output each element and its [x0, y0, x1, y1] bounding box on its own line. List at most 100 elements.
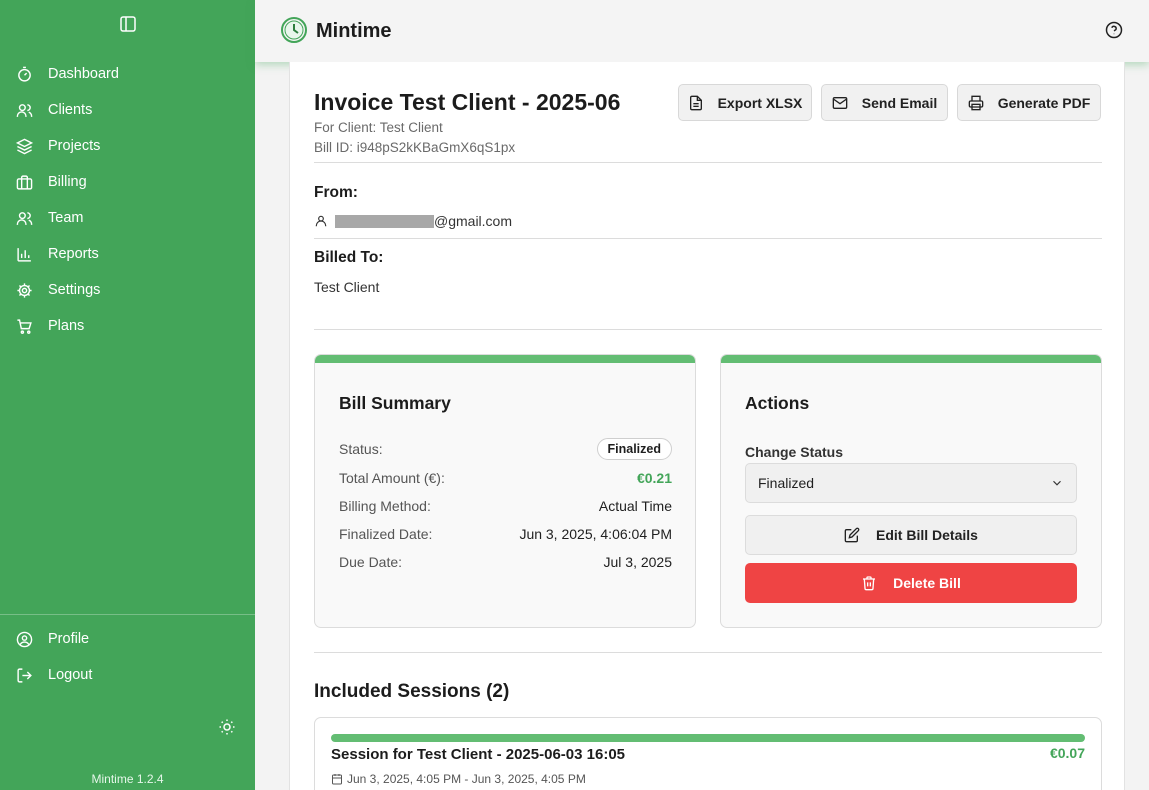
bill-id: Bill ID: i948pS2kKBaGmX6qS1px: [314, 140, 516, 155]
divider: [314, 238, 1102, 239]
sidebar-item-label: Clients: [48, 102, 93, 118]
change-status-label: Change Status: [745, 444, 844, 460]
divider: [314, 329, 1102, 330]
session-card[interactable]: Session for Test Client - 2025-06-03 16:…: [314, 717, 1102, 790]
redacted-email: [335, 214, 434, 228]
bill-summary-panel: Bill Summary Status: Finalized Total Amo…: [314, 354, 696, 628]
edit-bill-label: Edit Bill Details: [876, 527, 978, 543]
sidebar-divider: [0, 614, 255, 615]
sidebar-item-label: Dashboard: [48, 66, 119, 82]
billing-method-label: Billing Method:: [339, 498, 431, 514]
session-name: Session for Test Client - 2025-06-03 16:…: [331, 746, 626, 763]
top-header: Mintime: [255, 0, 1149, 62]
status-badge: Finalized: [596, 438, 672, 460]
email-suffix: @gmail.com: [434, 213, 513, 229]
due-date-value: Jul 3, 2025: [603, 554, 673, 570]
finalized-date-value: Jun 3, 2025, 4:06:04 PM: [519, 526, 672, 542]
bar-chart-icon: [17, 247, 31, 262]
help-icon[interactable]: [1105, 21, 1123, 39]
bill-summary-title: Bill Summary: [339, 393, 451, 413]
user-circle-icon: [16, 631, 33, 647]
trash-icon: [863, 576, 876, 591]
status-label: Status:: [339, 441, 383, 457]
billing-method-row: Billing Method: Actual Time: [339, 498, 672, 514]
cart-icon: [17, 318, 32, 334]
finalized-date-label: Finalized Date:: [339, 526, 433, 542]
calendar-clock-icon: [332, 774, 342, 785]
export-xlsx-button[interactable]: Export XLSX: [678, 84, 812, 121]
sidebar-item-clients[interactable]: Clients: [0, 92, 255, 128]
send-email-label: Send Email: [861, 94, 938, 111]
sidebar-item-label: Reports: [48, 246, 99, 262]
client-subtitle: For Client: Test Client: [314, 120, 443, 135]
total-row: Total Amount (€): €0.21: [339, 470, 672, 486]
included-sessions-title: Included Sessions (2): [314, 681, 510, 702]
logout-icon: [17, 667, 32, 683]
session-accent-bar: [331, 734, 1085, 742]
actions-title: Actions: [745, 393, 810, 413]
generate-pdf-button[interactable]: Generate PDF: [957, 84, 1101, 121]
sidebar-item-label: Plans: [48, 318, 85, 334]
due-date-label: Due Date:: [339, 554, 403, 570]
sidebar-item-dashboard[interactable]: Dashboard: [0, 56, 255, 92]
sidebar-item-projects[interactable]: Projects: [0, 128, 255, 164]
sidebar-item-reports[interactable]: Reports: [0, 236, 255, 272]
finalized-date-row: Finalized Date: Jun 3, 2025, 4:06:04 PM: [339, 526, 672, 542]
mail-icon: [832, 96, 848, 109]
sidebar-item-label: Team: [48, 210, 84, 226]
app-title: Mintime: [316, 20, 392, 42]
actions-panel: Actions Change Status Finalized Edit Bil…: [720, 354, 1102, 628]
sidebar-item-logout[interactable]: Logout: [0, 657, 255, 693]
page-title: Invoice Test Client - 2025-06: [314, 89, 621, 115]
sidebar-item-label: Settings: [48, 282, 101, 298]
generate-pdf-label: Generate PDF: [997, 94, 1091, 111]
team-icon: [16, 211, 33, 225]
file-icon: [689, 95, 702, 110]
session-amount: €0.07: [1049, 745, 1085, 761]
sidebar-bottom-nav: Profile Logout: [0, 621, 255, 693]
billing-method-value: Actual Time: [598, 498, 672, 514]
billed-to-name: Test Client: [314, 279, 380, 295]
panel-accent-bar: [315, 355, 695, 363]
send-email-button[interactable]: Send Email: [821, 84, 948, 121]
user-icon: [315, 215, 327, 227]
billed-to-label: Billed To:: [314, 249, 384, 266]
sidebar-item-label: Projects: [48, 138, 101, 154]
timer-icon: [18, 66, 31, 82]
status-select-value: Finalized: [758, 475, 815, 491]
status-row: Status: Finalized: [339, 438, 672, 460]
divider: [314, 652, 1102, 653]
chevron-down-icon: [1053, 480, 1061, 486]
due-date-row: Due Date: Jul 3, 2025: [339, 554, 672, 570]
delete-bill-button[interactable]: Delete Bill: [745, 563, 1077, 603]
delete-bill-label: Delete Bill: [893, 575, 961, 591]
from-email: @gmail.com: [314, 213, 512, 229]
sidebar-item-label: Billing: [48, 174, 87, 190]
bill-detail-card: Invoice Test Client - 2025-06 For Client…: [289, 62, 1125, 790]
sidebar-item-label: Logout: [48, 667, 93, 683]
divider: [314, 162, 1102, 163]
sun-icon[interactable]: [218, 718, 236, 736]
session-time-range: Jun 3, 2025, 4:05 PM - Jun 3, 2025, 4:05…: [347, 772, 586, 786]
app-version: Mintime 1.2.4: [91, 772, 164, 786]
export-xlsx-label: Export XLSX: [717, 94, 803, 111]
sidebar-item-plans[interactable]: Plans: [0, 308, 255, 344]
session-time: Jun 3, 2025, 4:05 PM - Jun 3, 2025, 4:05…: [331, 772, 586, 786]
users-icon: [16, 103, 33, 117]
from-label: From:: [314, 184, 358, 201]
edit-icon: [844, 527, 860, 543]
status-select[interactable]: Finalized: [745, 463, 1077, 503]
sidebar-toggle-icon[interactable]: [119, 15, 137, 33]
total-amount: €0.21: [636, 470, 672, 486]
sidebar-item-label: Profile: [48, 631, 90, 647]
layers-icon: [16, 138, 33, 154]
sidebar-nav: Dashboard Clients Projects Billing Team …: [0, 56, 255, 344]
gear-icon: [17, 282, 32, 298]
edit-bill-button[interactable]: Edit Bill Details: [745, 515, 1077, 555]
panel-accent-bar: [721, 355, 1101, 363]
sidebar-item-team[interactable]: Team: [0, 200, 255, 236]
sidebar-item-settings[interactable]: Settings: [0, 272, 255, 308]
sidebar-item-profile[interactable]: Profile: [0, 621, 255, 657]
total-label: Total Amount (€):: [339, 470, 445, 486]
sidebar-item-billing[interactable]: Billing: [0, 164, 255, 200]
